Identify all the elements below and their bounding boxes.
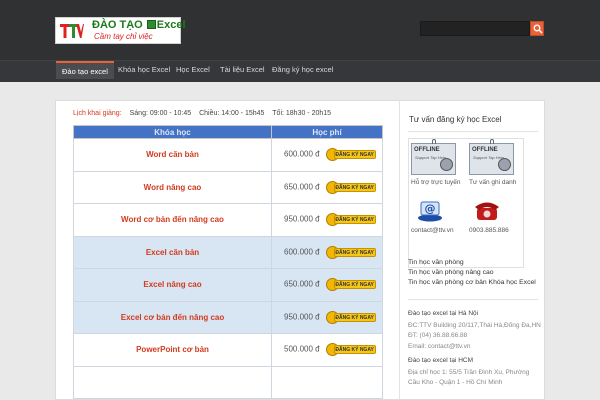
register-now-label: ĐĂNG KÝ NGAY bbox=[333, 182, 376, 192]
link-tin-hoc-van-phong[interactable]: Tin học văn phòng bbox=[408, 259, 536, 266]
course-name: Excel cơ bản đến nâng cao bbox=[73, 300, 272, 334]
excel-icon bbox=[146, 20, 156, 29]
table-row: Excel nâng cao 650.000 đ ĐĂNG KÝ NGAY bbox=[73, 268, 383, 302]
course-fee-cell: 600.000 đ ĐĂNG KÝ NGAY bbox=[271, 235, 383, 269]
offline-status-icon: OFFLINE Support Tap Help bbox=[469, 139, 514, 175]
sidebar-title: Tư vấn đăng ký học Excel bbox=[409, 115, 502, 124]
hcm-address-line1: Địa chỉ học 1: 55/5 Trần Đình Xu, Phường bbox=[408, 368, 530, 376]
register-now-button[interactable]: ĐĂNG KÝ NGAY bbox=[325, 245, 376, 259]
course-fee-cell: 950.000 đ ĐĂNG KÝ NGAY bbox=[271, 203, 383, 237]
register-now-label: ĐĂNG KÝ NGAY bbox=[333, 247, 376, 257]
search-input[interactable] bbox=[420, 21, 530, 36]
register-now-button[interactable]: ĐĂNG KÝ NGAY bbox=[325, 148, 376, 162]
table-row: Excel cơ bản đến nâng cao 950.000 đ ĐĂNG K… bbox=[73, 300, 383, 334]
hanoi-info: Đào tạo excel tại Hà Nội ĐC:TTV Building… bbox=[408, 309, 541, 352]
main-nav: Đào tạo excel Khóa học Excel Học Excel T… bbox=[0, 60, 600, 82]
logo-slogan: Cầm tay chỉ việc bbox=[94, 32, 153, 41]
support-email[interactable]: contact@ttv.vn bbox=[411, 227, 454, 234]
col-header-fee: Học phí bbox=[271, 125, 383, 139]
col-header-course: Khóa học bbox=[73, 125, 272, 139]
support-phone[interactable]: 0903.885.886 bbox=[469, 227, 509, 234]
course-fee-cell bbox=[271, 365, 383, 399]
hanoi-email: Email: contact@ttv.vn bbox=[408, 342, 471, 350]
course-name: Word căn bản bbox=[73, 138, 272, 172]
hanoi-address: ĐC:TTV Building 20/117,Thái Hà,Đống Đa,H… bbox=[408, 321, 541, 329]
ttv-logo-icon bbox=[58, 20, 84, 41]
logo-title: ĐÀO TẠO Excel bbox=[92, 19, 186, 31]
schedule-bar: Lịch khai giảng: Sáng: 09:00 - 10:45 Chi… bbox=[73, 110, 337, 117]
phone-icon[interactable] bbox=[473, 197, 501, 223]
course-name bbox=[73, 365, 272, 399]
related-links: Tin học văn phòng Tin học văn phòng nâng… bbox=[408, 259, 536, 289]
course-fee: 950.000 đ bbox=[284, 312, 320, 322]
course-fee: 650.000 đ bbox=[284, 279, 320, 289]
content-panel: Lịch khai giảng: Sáng: 09:00 - 10:45 Chi… bbox=[55, 100, 545, 400]
support-online[interactable]: OFFLINE Support Tap Help bbox=[409, 139, 467, 182]
course-fee-cell: 650.000 đ ĐĂNG KÝ NGAY bbox=[271, 268, 383, 302]
email-icon[interactable]: @ bbox=[415, 197, 445, 223]
search-icon bbox=[533, 24, 543, 34]
register-now-button[interactable]: ĐĂNG KÝ NGAY bbox=[325, 180, 376, 194]
course-name: PowerPoint cơ bản bbox=[73, 333, 272, 367]
schedule-afternoon: Chiều: 14:00 - 15h45 bbox=[199, 110, 265, 117]
table-row: Excel căn bản 600.000 đ ĐĂNG KÝ NGAY bbox=[73, 235, 383, 269]
course-table: Khóa học Học phí Word căn bản 600.000 đ ĐĂ… bbox=[73, 125, 383, 399]
site-logo[interactable]: ĐÀO TẠO Excel Cầm tay chỉ việc bbox=[55, 17, 186, 44]
hcm-address-line2: Cầu Kho - Quận 1 - Hồ Chí Minh bbox=[408, 379, 503, 386]
register-now-label: ĐĂNG KÝ NGAY bbox=[333, 312, 376, 322]
schedule-label: Lịch khai giảng: bbox=[73, 110, 122, 117]
schedule-evening: Tối: 18h30 - 20h15 bbox=[272, 110, 332, 117]
link-tin-hoc-van-phong-nang-cao[interactable]: Tin học văn phòng nâng cao bbox=[408, 269, 536, 276]
course-fee-cell: 950.000 đ ĐĂNG KÝ NGAY bbox=[271, 300, 383, 334]
nav-item-hoc-excel[interactable]: Học Excel bbox=[176, 65, 210, 74]
register-now-button[interactable]: ĐĂNG KÝ NGAY bbox=[325, 343, 376, 357]
table-row: Word căn bản 600.000 đ ĐĂNG KÝ NGAY bbox=[73, 138, 383, 172]
course-name: Word nâng cao bbox=[73, 170, 272, 204]
registration-caption: Tư vấn ghi danh bbox=[469, 179, 517, 186]
column-divider bbox=[399, 101, 400, 399]
nav-item-dao-tao-excel[interactable]: Đào tạo excel bbox=[56, 61, 114, 79]
course-fee: 600.000 đ bbox=[284, 149, 320, 159]
support-box: OFFLINE Support Tap Help OFFLINE Support… bbox=[408, 138, 524, 268]
table-row: PowerPoint cơ bản 500.000 đ ĐĂNG KÝ NGAY bbox=[73, 333, 383, 367]
register-now-button[interactable]: ĐĂNG KÝ NGAY bbox=[325, 278, 376, 292]
course-fee-cell: 600.000 đ ĐĂNG KÝ NGAY bbox=[271, 138, 383, 172]
divider bbox=[408, 299, 538, 300]
svg-text:@: @ bbox=[425, 202, 436, 215]
divider bbox=[408, 131, 538, 132]
hcm-heading: Đào tạo excel tại HCM bbox=[408, 357, 474, 364]
course-name: Excel căn bản bbox=[73, 235, 272, 269]
course-fee: 500.000 đ bbox=[284, 344, 320, 354]
offline-status-icon: OFFLINE Support Tap Help bbox=[411, 139, 456, 175]
link-tin-hoc-van-phong-co-ban[interactable]: Tin học văn phòng cơ bản Khóa học Excel bbox=[408, 279, 536, 286]
course-fee-cell: 500.000 đ ĐĂNG KÝ NGAY bbox=[271, 333, 383, 367]
course-fee: 650.000 đ bbox=[284, 182, 320, 192]
nav-item-dang-ky-hoc-excel[interactable]: Đăng ký học excel bbox=[272, 65, 333, 74]
table-row bbox=[73, 365, 383, 399]
table-row: Word cơ bản đến nâng cao 950.000 đ ĐĂNG KÝ… bbox=[73, 203, 383, 237]
register-now-label: ĐĂNG KÝ NGAY bbox=[333, 215, 376, 225]
hanoi-phone: ĐT: (04) 36.88.66.88 bbox=[408, 332, 468, 339]
support-registration[interactable]: OFFLINE Support Tap Help bbox=[467, 139, 525, 182]
search-button[interactable] bbox=[530, 21, 544, 36]
register-now-label: ĐĂNG KÝ NGAY bbox=[333, 280, 376, 290]
course-fee: 600.000 đ bbox=[284, 247, 320, 257]
register-now-button[interactable]: ĐĂNG KÝ NGAY bbox=[325, 213, 376, 227]
hcm-info: Đào tạo excel tại HCM Địa chỉ học 1: 55/… bbox=[408, 356, 529, 389]
register-now-button[interactable]: ĐĂNG KÝ NGAY bbox=[325, 310, 376, 324]
course-name: Excel nâng cao bbox=[73, 268, 272, 302]
schedule-morning: Sáng: 09:00 - 10:45 bbox=[129, 110, 192, 117]
course-name: Word cơ bản đến nâng cao bbox=[73, 203, 272, 237]
course-fee-cell: 650.000 đ ĐĂNG KÝ NGAY bbox=[271, 170, 383, 204]
nav-item-tai-lieu-excel[interactable]: Tài liệu Excel bbox=[220, 65, 265, 74]
register-now-label: ĐĂNG KÝ NGAY bbox=[333, 150, 376, 160]
online-support-caption: Hỗ trợ trực tuyến bbox=[411, 179, 461, 186]
nav-item-khoa-hoc-excel[interactable]: Khóa học Excel bbox=[118, 65, 170, 74]
course-fee: 950.000 đ bbox=[284, 214, 320, 224]
register-now-label: ĐĂNG KÝ NGAY bbox=[333, 345, 376, 355]
hanoi-heading: Đào tạo excel tại Hà Nội bbox=[408, 310, 479, 317]
table-row: Word nâng cao 650.000 đ ĐĂNG KÝ NGAY bbox=[73, 170, 383, 204]
site-header: ĐÀO TẠO Excel Cầm tay chỉ việc bbox=[0, 0, 600, 60]
